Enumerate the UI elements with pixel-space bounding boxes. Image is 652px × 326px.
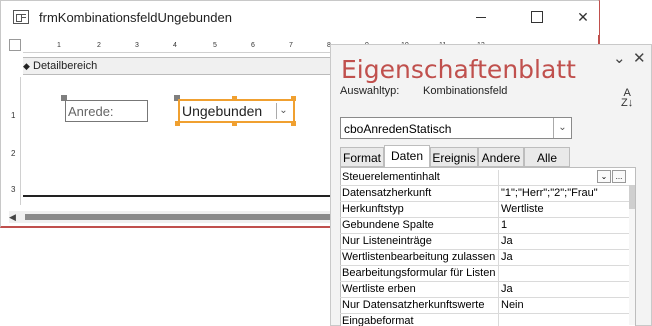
ruler-label: 1 [57,42,61,49]
selection-type-value: Kombinationsfeld [423,85,508,97]
screen: frmKombinationsfeldUngebunden 1 2 3 4 5 … [0,0,652,326]
property-name: Eingabeformat [342,315,414,326]
sort-az-icon[interactable]: A Z↓ [621,88,633,109]
resize-handle[interactable] [232,121,237,126]
resize-handle[interactable] [291,121,296,126]
property-row[interactable]: Nur Datensatzherkunftswerte Nein [340,298,630,314]
ruler-label: 3 [11,185,16,194]
property-name: Gebundene Spalte [342,219,434,231]
property-sheet: ⌄ ✕ Eigenschaftenblatt Auswahltyp: Kombi… [330,44,652,326]
ruler-label: 1 [11,111,16,120]
property-row[interactable]: Wertliste erben Ja [340,282,630,298]
property-row[interactable]: Bearbeitungsformular für Listen [340,266,630,282]
section-arrow-icon: ◆ [23,61,30,71]
property-row[interactable]: Datensatzherkunft "1";"Herr";"2";"Frau" [340,186,630,202]
chevron-down-icon[interactable]: ⌄ [597,170,611,183]
resize-handle[interactable] [232,96,237,101]
form-selector[interactable] [9,39,21,51]
property-value[interactable]: Ja [501,283,626,295]
tab-andere[interactable]: Andere [478,147,524,167]
tab-format[interactable]: Format [340,147,384,167]
property-value[interactable]: 1 [501,219,626,231]
ruler-label: 2 [11,149,16,158]
anrede-label[interactable]: Anrede: [65,100,148,122]
property-row[interactable]: Wertlistenbearbeitung zulassen Ja [340,250,630,266]
tab-daten[interactable]: Daten [384,145,430,168]
close-button[interactable] [561,5,605,29]
scroll-thumb[interactable] [629,185,635,209]
tab-ereignis[interactable]: Ereignis [430,147,478,167]
chevron-down-icon[interactable]: ⌄ [613,49,626,67]
resize-handle[interactable] [291,96,296,101]
property-value[interactable]: Nein [501,299,626,311]
form-window-icon[interactable] [13,10,29,24]
property-name: Nur Datensatzherkunftswerte [342,299,485,311]
ruler-label: 2 [97,42,101,49]
property-value[interactable]: Ja [501,235,626,247]
property-value[interactable]: Wertliste [501,203,626,215]
vertical-ruler: 1 2 3 [9,77,21,205]
property-row[interactable]: Nur Listeneinträge Ja [340,234,630,250]
property-name: Wertlistenbearbeitung zulassen [342,251,496,263]
maximize-button[interactable] [515,5,559,29]
title-bar: frmKombinationsfeldUngebunden [1,1,599,35]
ruler-label: 3 [135,42,139,49]
section-label: Detailbereich [33,60,98,72]
property-row[interactable]: Herkunftstyp Wertliste [340,202,630,218]
ruler-label: 4 [173,42,177,49]
tab-alle[interactable]: Alle [524,147,570,167]
scroll-thumb[interactable] [25,214,333,220]
property-grid: Steuerelementinhalt ⌄... Datensatzherkun… [340,170,630,326]
chevron-down-icon[interactable]: ⌄ [553,118,571,138]
property-value[interactable]: Ja [501,251,626,263]
scroll-left-icon[interactable]: ◀ [9,212,16,223]
pane-title: Eigenschaftenblatt [341,55,576,84]
object-selector[interactable]: cboAnredenStatisch ⌄ [340,117,572,139]
property-name: Steuerelementinhalt [342,171,440,183]
ruler-label: 7 [289,42,293,49]
property-name: Bearbeitungsformular für Listen [342,267,496,279]
property-name: Wertliste erben [342,283,416,295]
chevron-down-icon[interactable]: ⌄ [276,103,290,119]
combo-text: Ungebunden [182,103,263,119]
property-tabs: Format Daten Ereignis Andere Alle [340,145,640,168]
row-buttons: ⌄... [596,170,626,184]
property-name: Nur Listeneinträge [342,235,432,247]
builder-button[interactable]: ... [612,170,626,183]
property-row[interactable]: Eingabeformat [340,314,630,326]
ruler-label: 6 [251,42,255,49]
resize-handle[interactable] [175,121,180,126]
property-name: Herkunftstyp [342,203,404,215]
window-title: frmKombinationsfeldUngebunden [39,10,232,25]
property-name: Datensatzherkunft [342,187,432,199]
ruler-label: 5 [213,42,217,49]
property-row[interactable]: Steuerelementinhalt ⌄... [340,170,630,186]
property-row[interactable]: Gebundene Spalte 1 [340,218,630,234]
selection-type-label: Auswahltyp: [340,85,400,97]
close-icon[interactable]: ✕ [633,49,646,67]
vertical-scrollbar[interactable] [629,185,635,325]
minimize-button[interactable] [459,5,503,29]
combo-box-ungebunden[interactable]: Ungebunden ⌄ [178,99,295,123]
property-value[interactable]: "1";"Herr";"2";"Frau" [501,187,626,199]
object-name: cboAnredenStatisch [344,122,452,136]
